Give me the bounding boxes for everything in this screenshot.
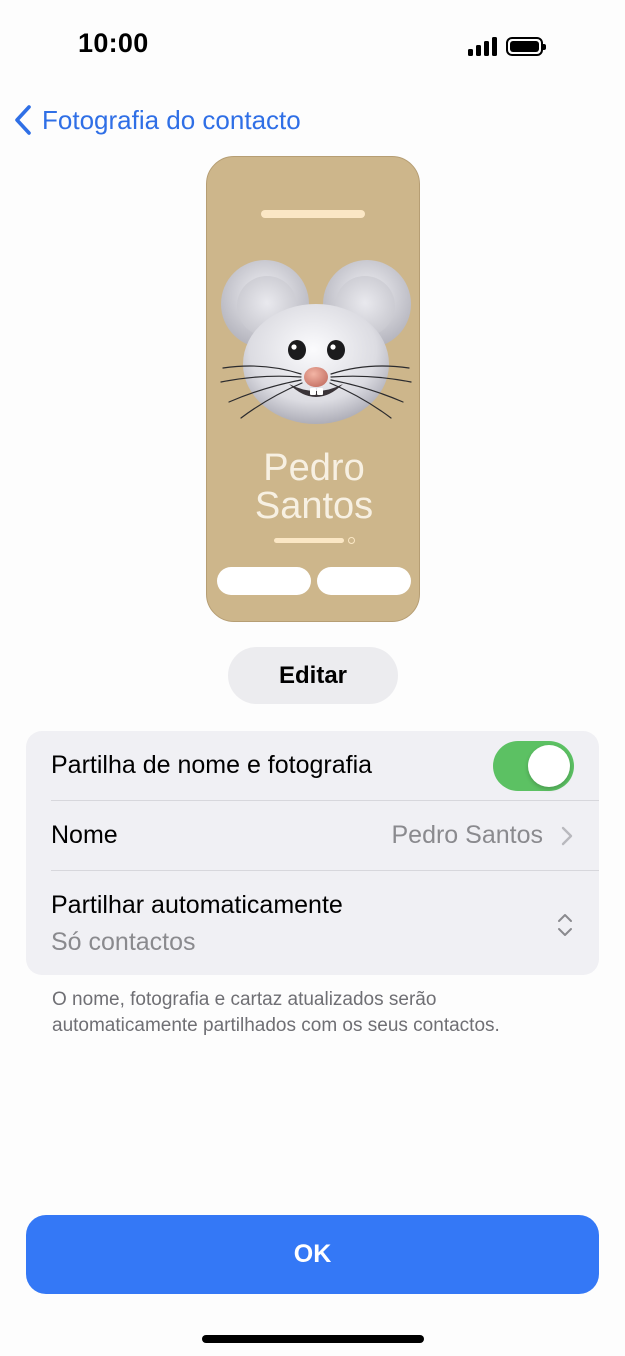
poster-last-name: Santos [254,485,374,527]
poster-bottom-dot [348,537,355,544]
poster-bottom-line [274,538,344,543]
auto-share-value: Só contactos [51,928,196,956]
contact-photo-screen: 10:00 Fotografia do contacto Pedro Santo… [0,0,625,1356]
auto-share-row[interactable]: Partilhar automaticamente Só contactos [26,731,599,975]
poster-action-pill-left [217,567,311,595]
back-button[interactable]: Fotografia do contacto [12,104,301,136]
home-indicator[interactable] [202,1335,424,1343]
memoji-mouse-avatar [220,260,412,424]
sharing-footnote: O nome, fotografia e cartaz atualizados … [52,989,500,1036]
sharing-settings-group: Partilha de nome e fotografia Nome Pedro… [26,731,599,975]
poster-first-name: Pedro [263,447,365,489]
chevron-up-down-icon [558,914,572,936]
battery-full-icon [506,36,546,56]
cellular-signal-icon [468,36,497,56]
status-time: 10:00 [78,28,149,58]
chevron-left-icon [15,105,31,135]
auto-share-label: Partilhar automaticamente [51,891,343,919]
edit-button[interactable]: Editar [228,647,398,704]
back-button-label: Fotografia do contacto [42,104,301,135]
ok-button[interactable]: OK [26,1215,599,1294]
status-icons [468,36,546,56]
contact-poster-preview: Pedro Santos [206,156,420,622]
poster-action-pill-right [317,567,411,595]
poster-top-line [261,210,365,218]
